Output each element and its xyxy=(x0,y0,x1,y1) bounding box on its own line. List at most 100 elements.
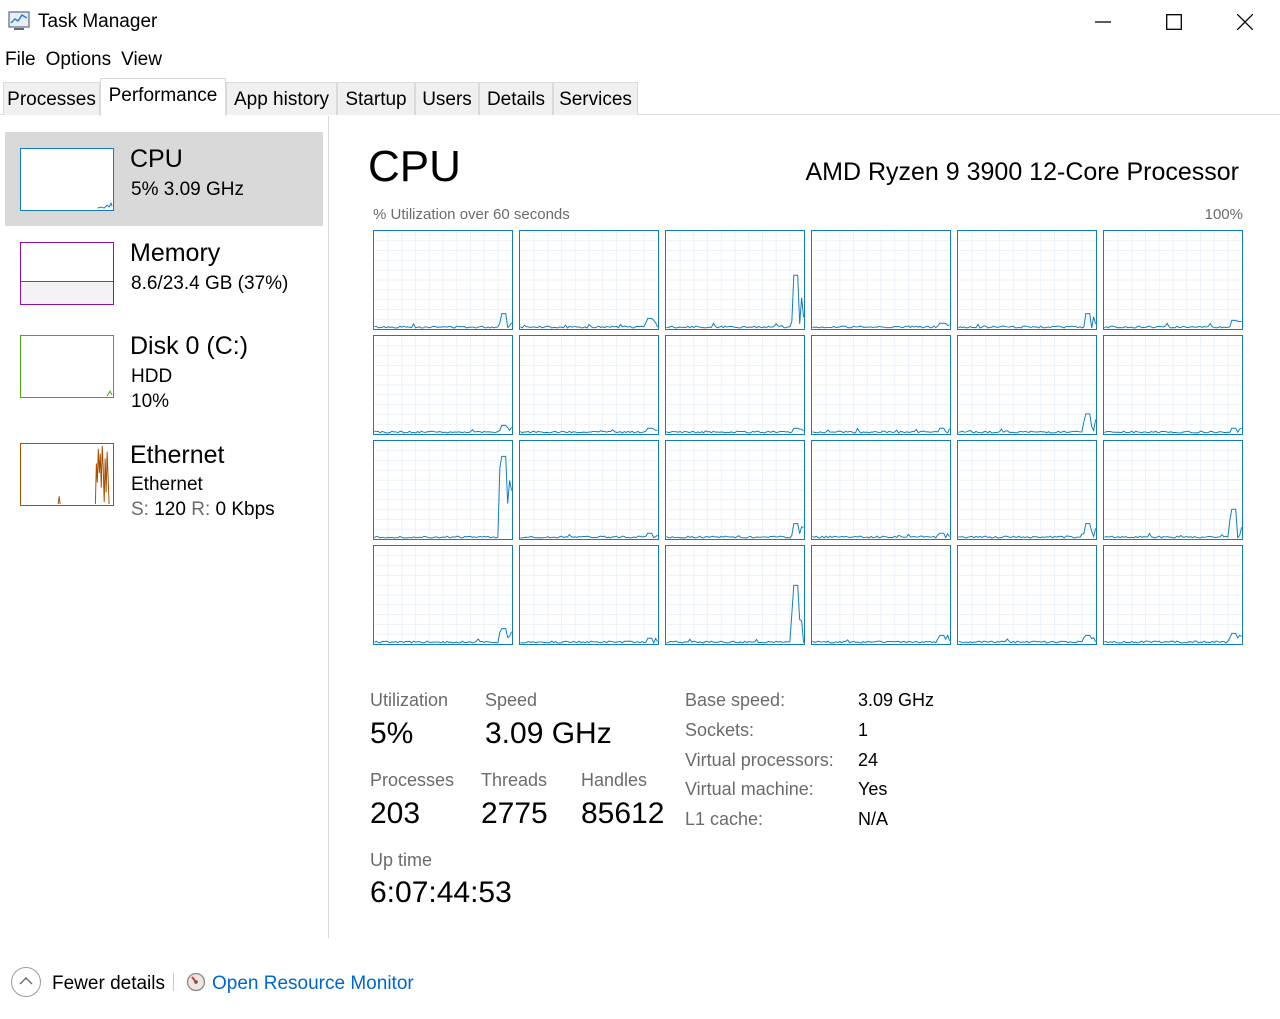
virtual-machine-value: Yes xyxy=(858,779,888,799)
maximize-icon xyxy=(1166,14,1182,30)
title-bar: Task Manager xyxy=(0,0,1280,44)
footer-divider xyxy=(173,973,174,991)
sidebar-disk-title: Disk 0 (C:) xyxy=(130,332,249,360)
tab-details[interactable]: Details xyxy=(479,82,553,115)
minimize-button[interactable] xyxy=(1067,0,1139,44)
menu-file[interactable]: File xyxy=(0,46,41,74)
sidebar-ethernet-title: Ethernet xyxy=(130,441,225,469)
handles-value: 85612 xyxy=(581,797,665,830)
base-speed-value: 3.09 GHz xyxy=(858,690,935,710)
ethernet-thumbnail-graph xyxy=(20,443,114,506)
cpu-core-graph xyxy=(811,545,951,645)
tab-performance[interactable]: Performance xyxy=(100,78,226,116)
handles-label: Handles xyxy=(581,770,648,790)
cpu-thumbnail-graph xyxy=(20,148,114,211)
memory-thumbnail-graph xyxy=(20,242,114,305)
logical-processor-graphs xyxy=(373,230,1243,646)
tab-services[interactable]: Services xyxy=(553,82,638,115)
cpu-core-graph xyxy=(811,230,951,330)
cpu-core-graph xyxy=(519,545,659,645)
graph-max-label: 100% xyxy=(1204,206,1243,223)
speed-value: 3.09 GHz xyxy=(485,717,612,750)
processor-name: AMD Ryzen 9 3900 12-Core Processor xyxy=(805,158,1239,186)
cpu-core-graph xyxy=(373,545,513,645)
tab-users[interactable]: Users xyxy=(415,82,479,115)
speed-label: Speed xyxy=(485,690,538,710)
cpu-core-graph xyxy=(1103,440,1243,540)
chevron-up-icon[interactable] xyxy=(11,967,41,997)
cpu-core-graph xyxy=(1103,230,1243,330)
cpu-core-graph xyxy=(665,335,805,435)
tab-startup[interactable]: Startup xyxy=(337,82,415,115)
virtual-processors-label: Virtual processors: xyxy=(685,750,834,770)
cpu-core-graph xyxy=(373,230,513,330)
footer: Fewer details Open Resource Monitor xyxy=(0,963,1280,1003)
cpu-core-graph xyxy=(957,545,1097,645)
virtual-processors-value: 24 xyxy=(858,750,879,770)
l1-cache-label: L1 cache: xyxy=(685,809,764,829)
open-resource-monitor-link[interactable]: Open Resource Monitor xyxy=(212,973,414,995)
graph-caption: % Utilization over 60 seconds xyxy=(373,206,570,223)
uptime-value: 6:07:44:53 xyxy=(370,876,512,909)
sockets-label: Sockets: xyxy=(685,720,755,740)
sidebar-item-ethernet[interactable]: Ethernet Ethernet S: 120 R: 0 Kbps xyxy=(5,427,323,521)
tab-processes[interactable]: Processes xyxy=(3,82,100,115)
processes-value: 203 xyxy=(370,797,421,830)
sidebar-item-disk[interactable]: Disk 0 (C:) HDD 10% xyxy=(5,319,323,413)
maximize-button[interactable] xyxy=(1138,0,1210,44)
sidebar-item-cpu[interactable]: CPU 5% 3.09 GHz xyxy=(5,132,323,226)
close-icon xyxy=(1237,14,1253,30)
sidebar-ethernet-name: Ethernet xyxy=(131,474,203,495)
cpu-core-graph xyxy=(665,440,805,540)
threads-value: 2775 xyxy=(481,797,548,830)
minimize-icon xyxy=(1095,21,1111,23)
sidebar-cpu-title: CPU xyxy=(130,145,183,173)
uptime-label: Up time xyxy=(370,850,433,870)
cpu-core-graph xyxy=(1103,335,1243,435)
send-value: 120 xyxy=(154,499,186,520)
sidebar-ethernet-throughput: S: 120 R: 0 Kbps xyxy=(131,499,275,521)
virtual-machine-label: Virtual machine: xyxy=(685,779,814,799)
disk-thumbnail-graph xyxy=(20,335,114,398)
cpu-core-graph xyxy=(519,230,659,330)
menu-options[interactable]: Options xyxy=(41,46,116,74)
sidebar-memory-title: Memory xyxy=(130,239,221,267)
tab-bar: Processes Performance App history Startu… xyxy=(0,78,1280,116)
cpu-core-graph xyxy=(811,335,951,435)
page-title: CPU xyxy=(368,142,461,191)
processes-label: Processes xyxy=(370,770,455,790)
menu-bar: File Options View xyxy=(0,46,167,74)
close-button[interactable] xyxy=(1209,0,1280,44)
utilization-value: 5% xyxy=(370,717,414,750)
receive-value: 0 Kbps xyxy=(215,499,275,520)
receive-label: R: xyxy=(191,499,211,520)
threads-label: Threads xyxy=(481,770,548,790)
cpu-core-graph xyxy=(519,440,659,540)
menu-view[interactable]: View xyxy=(116,46,167,74)
task-manager-icon xyxy=(8,11,30,30)
cpu-core-graph xyxy=(811,440,951,540)
cpu-core-graph xyxy=(957,440,1097,540)
send-label: S: xyxy=(131,499,149,520)
cpu-core-graph xyxy=(519,335,659,435)
cpu-core-graph xyxy=(665,545,805,645)
sidebar-memory-summary: 8.6/23.4 GB (37%) xyxy=(131,273,289,294)
resource-list: CPU 5% 3.09 GHz Memory 8.6/23.4 GB (37%)… xyxy=(0,116,329,938)
cpu-core-graph xyxy=(373,335,513,435)
cpu-core-graph xyxy=(1103,545,1243,645)
cpu-core-graph xyxy=(957,230,1097,330)
cpu-core-graph xyxy=(373,440,513,540)
sockets-value: 1 xyxy=(858,720,869,740)
fewer-details-button[interactable]: Fewer details xyxy=(52,973,165,995)
cpu-core-graph xyxy=(957,335,1097,435)
tab-app-history[interactable]: App history xyxy=(226,82,337,115)
resource-monitor-icon xyxy=(186,972,206,992)
sidebar-item-memory[interactable]: Memory 8.6/23.4 GB (37%) xyxy=(5,226,323,320)
l1-cache-value: N/A xyxy=(858,809,889,829)
sidebar-disk-type: HDD xyxy=(131,366,173,387)
utilization-label: Utilization xyxy=(370,690,449,710)
sidebar-disk-usage: 10% xyxy=(131,391,170,412)
base-speed-label: Base speed: xyxy=(685,690,786,710)
cpu-core-graph xyxy=(665,230,805,330)
sidebar-cpu-summary: 5% 3.09 GHz xyxy=(131,179,244,200)
